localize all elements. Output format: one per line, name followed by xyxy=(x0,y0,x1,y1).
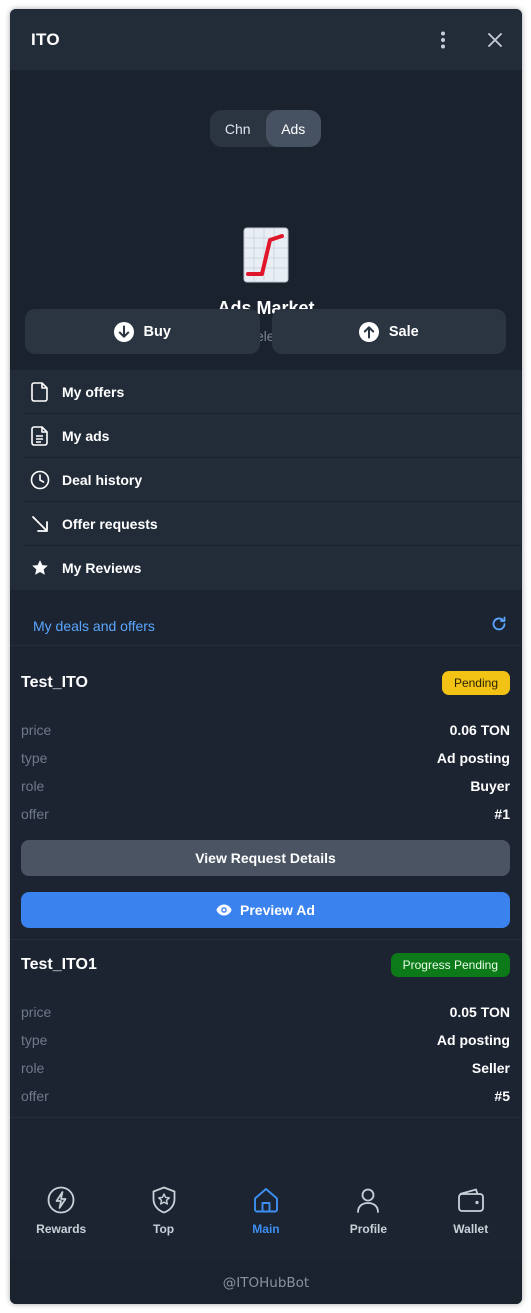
deal-details: price 0.06 TON type Ad posting role Buye… xyxy=(21,716,510,828)
window-title: ITO xyxy=(31,29,60,49)
row-key: role xyxy=(21,778,45,794)
tab-main[interactable]: Main xyxy=(216,1169,316,1259)
clock-icon xyxy=(28,468,52,492)
deal-row-price: price 0.06 TON xyxy=(21,716,510,744)
buy-label: Buy xyxy=(143,323,171,340)
tab-rewards[interactable]: Rewards xyxy=(11,1169,111,1259)
menu-item-label: Offer requests xyxy=(62,515,158,532)
divider xyxy=(10,1117,522,1118)
row-key: offer xyxy=(21,1088,49,1104)
bot-username: @ITOHubBot xyxy=(222,1274,310,1291)
view-request-details-label: View Request Details xyxy=(195,850,336,866)
market-menu: My offers My ads Deal history Offer requ… xyxy=(10,370,522,590)
deal-name: Test_ITO xyxy=(21,674,88,691)
document-lines-icon xyxy=(28,424,52,448)
arrow-down-right-icon xyxy=(28,512,52,536)
menu-item-my-offers[interactable]: My offers xyxy=(24,370,522,414)
title-bar-actions xyxy=(430,27,508,53)
tab-profile[interactable]: Profile xyxy=(318,1169,418,1259)
refresh-icon[interactable] xyxy=(491,616,507,635)
more-options-icon[interactable] xyxy=(430,27,456,53)
deal-row-offer: offer #1 xyxy=(21,800,510,828)
tab-label: Wallet xyxy=(453,1222,489,1236)
mini-app-window: ITO Chn Ads Ads Market Trading Telegram … xyxy=(10,9,522,1304)
tab-wallet[interactable]: Wallet xyxy=(421,1169,521,1259)
deal-row-type: type Ad posting xyxy=(21,1026,510,1054)
tab-label: Profile xyxy=(349,1222,388,1236)
home-icon xyxy=(251,1185,281,1215)
arrow-up-circle-icon xyxy=(358,321,379,342)
deal-name: Test_ITO1 xyxy=(21,956,97,973)
deal-row-role: role Buyer xyxy=(21,772,510,800)
tab-label: Rewards xyxy=(36,1222,87,1236)
bottom-tab-bar: Rewards Top Main Profile Wallet xyxy=(10,1169,522,1259)
preview-ad-button[interactable]: Preview Ad xyxy=(21,892,510,928)
row-value: 0.06 TON xyxy=(449,722,510,738)
deal-row-type: type Ad posting xyxy=(21,744,510,772)
status-badge: Progress Pending xyxy=(390,953,510,977)
segment-chn[interactable]: Chn xyxy=(210,110,266,147)
row-key: offer xyxy=(21,806,49,822)
row-value: #5 xyxy=(494,1088,510,1104)
deal-card-header: Test_ITO Pending xyxy=(21,670,510,696)
menu-item-label: My offers xyxy=(62,383,125,400)
sale-button[interactable]: Sale xyxy=(271,309,506,354)
bot-username-footer: @ITOHubBot xyxy=(10,1261,522,1304)
deals-header-title[interactable]: My deals and offers xyxy=(33,618,155,634)
deal-row-price: price 0.05 TON xyxy=(21,998,510,1026)
star-icon xyxy=(28,556,52,580)
divider xyxy=(10,939,522,940)
row-value: Seller xyxy=(471,1060,510,1076)
row-key: role xyxy=(21,1060,45,1076)
deal-details: price 0.05 TON type Ad posting role Sell… xyxy=(21,998,510,1110)
tab-label: Main xyxy=(252,1222,280,1236)
deal-card: Test_ITO Pending price 0.06 TON type Ad … xyxy=(10,670,522,928)
row-key: price xyxy=(21,1004,52,1020)
row-value: Ad posting xyxy=(436,1032,510,1048)
trade-actions: Buy Sale xyxy=(25,309,506,354)
menu-item-deal-history[interactable]: Deal history xyxy=(24,458,522,502)
user-icon xyxy=(353,1185,383,1215)
row-key: type xyxy=(21,1032,48,1048)
status-badge: Pending xyxy=(441,671,510,695)
row-key: price xyxy=(21,722,52,738)
menu-item-label: My Reviews xyxy=(62,560,142,576)
lightning-icon xyxy=(46,1185,76,1215)
arrow-down-circle-icon xyxy=(113,321,134,342)
title-bar: ITO xyxy=(10,9,522,70)
chn-ads-switch: Chn Ads xyxy=(210,110,321,147)
document-icon xyxy=(28,380,52,404)
row-value: Buyer xyxy=(470,778,510,794)
menu-item-offer-requests[interactable]: Offer requests xyxy=(24,502,522,546)
deals-header: My deals and offers xyxy=(10,606,522,646)
preview-ad-label: Preview Ad xyxy=(240,902,315,918)
deal-card-header: Test_ITO1 Progress Pending xyxy=(21,952,510,978)
menu-item-my-reviews[interactable]: My Reviews xyxy=(24,546,522,590)
buy-button[interactable]: Buy xyxy=(25,309,260,354)
menu-item-label: My ads xyxy=(62,427,110,444)
segment-ads[interactable]: Ads xyxy=(265,110,321,147)
deal-card: Test_ITO1 Progress Pending price 0.05 TO… xyxy=(10,952,522,1110)
deal-row-offer: offer #5 xyxy=(21,1082,510,1110)
wallet-icon xyxy=(456,1185,486,1215)
shield-star-icon xyxy=(149,1185,179,1215)
row-key: type xyxy=(21,750,48,766)
menu-item-label: Deal history xyxy=(62,471,143,488)
row-value: 0.05 TON xyxy=(449,1004,510,1020)
chart-increasing-logo-icon xyxy=(243,227,289,283)
close-icon[interactable] xyxy=(482,27,508,53)
tab-label: Top xyxy=(153,1222,175,1236)
eye-icon xyxy=(216,904,232,916)
view-request-details-button[interactable]: View Request Details xyxy=(21,840,510,876)
tab-top[interactable]: Top xyxy=(114,1169,214,1259)
row-value: Ad posting xyxy=(436,750,510,766)
deal-row-role: role Seller xyxy=(21,1054,510,1082)
row-value: #1 xyxy=(494,806,510,822)
menu-item-my-ads[interactable]: My ads xyxy=(24,414,522,458)
sale-label: Sale xyxy=(388,323,419,340)
